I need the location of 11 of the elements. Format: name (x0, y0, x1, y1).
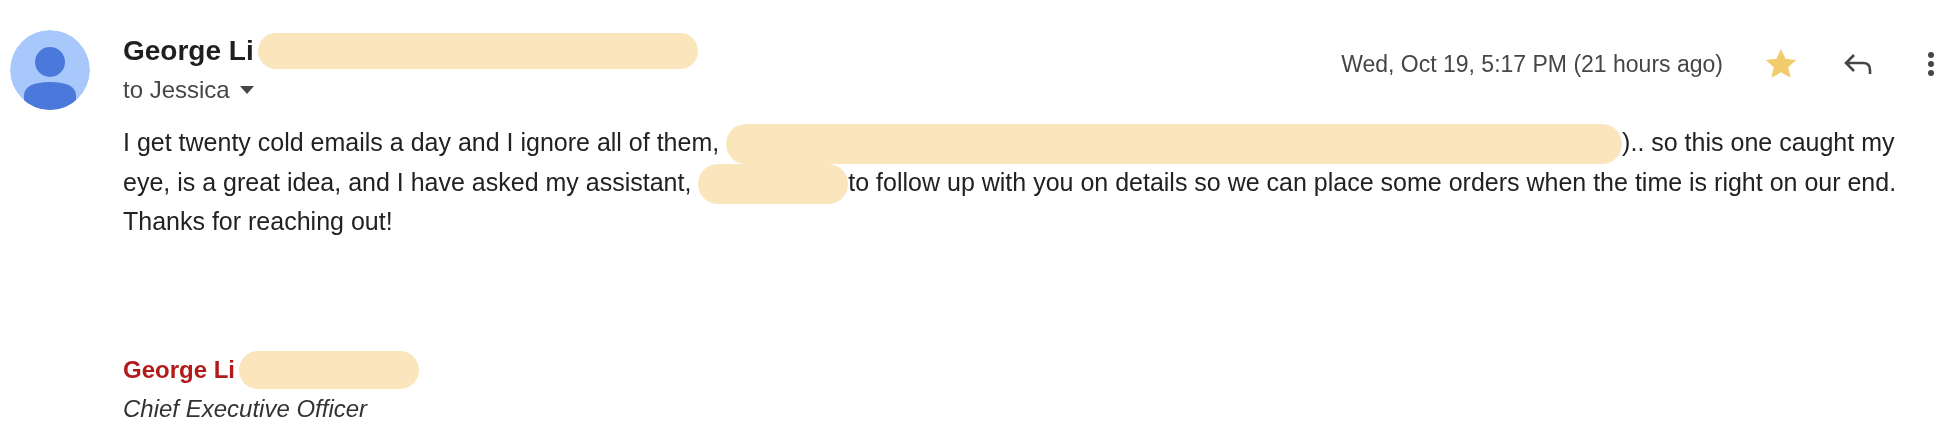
reply-icon[interactable] (1843, 52, 1873, 76)
recipient-dropdown[interactable]: to Jessica (123, 72, 698, 108)
more-options-icon[interactable] (1927, 51, 1935, 77)
signature-name: George Li (123, 355, 236, 385)
signature-title: Chief Executive Officer (123, 394, 369, 424)
message-date: Wed, Oct 19, 5:17 PM (21 hours ago) (1341, 49, 1723, 79)
email-body: I get twenty cold emails a day and I ignore all of them, ).. so this one caught my eye, is a great idea, and I have asked my assistant, to follow up with you on details so we can place some orders when the time is right on our end. Thanks for reaching out! (123, 124, 1935, 239)
caret-icon (239, 86, 254, 94)
avatar-icon (10, 30, 90, 110)
sender-name: George Li (123, 34, 254, 68)
star-icon[interactable] (1765, 48, 1797, 80)
